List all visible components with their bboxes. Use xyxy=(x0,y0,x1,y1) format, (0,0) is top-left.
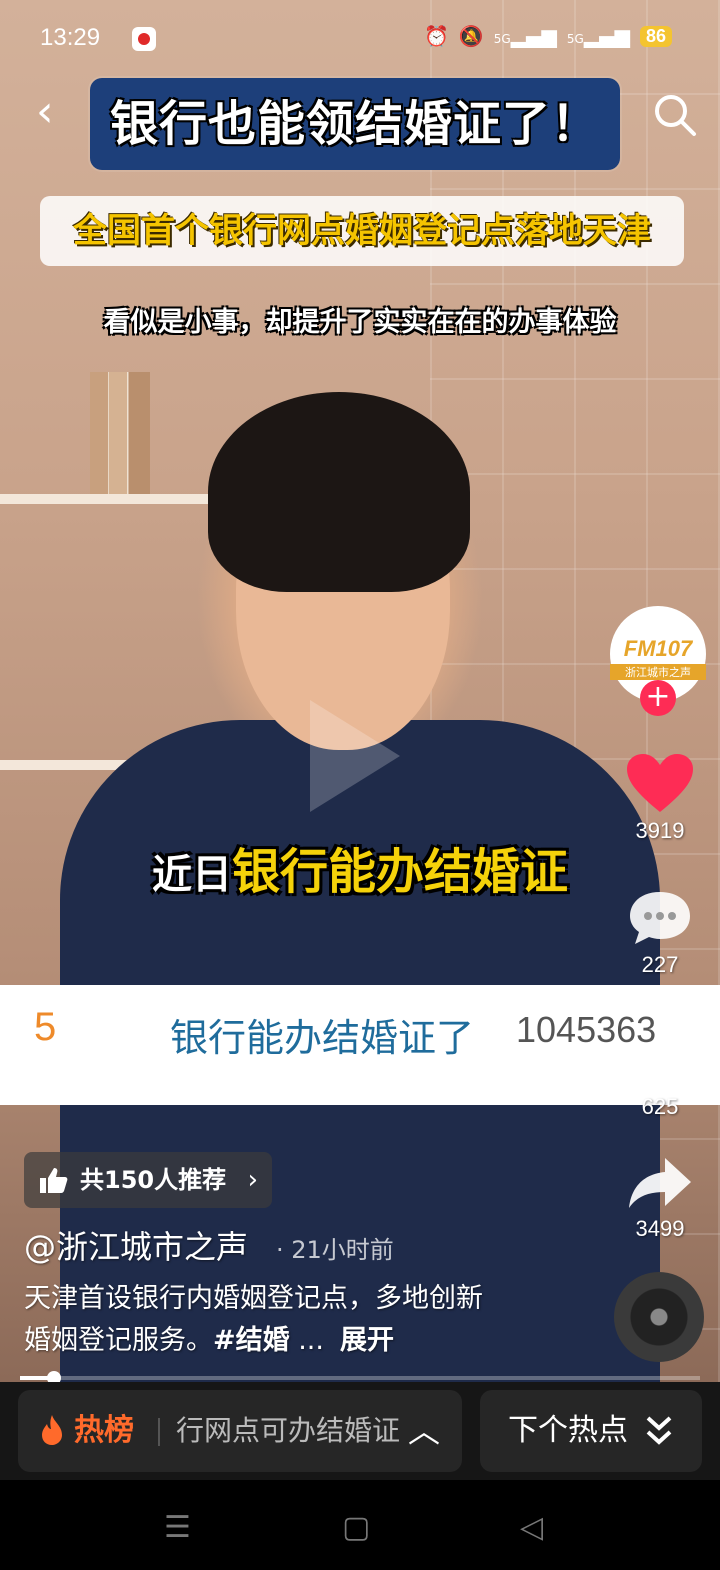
share-button[interactable]: 3499 xyxy=(620,1154,700,1242)
author-name[interactable]: @浙江城市之声 xyxy=(24,1222,248,1268)
desc-text: 婚姻登记服务。 xyxy=(24,1325,213,1356)
next-hot-button[interactable]: 下个热点 xyxy=(480,1390,702,1472)
flame-icon xyxy=(42,1415,62,1445)
status-bar: 13:29 ⏰ 🔕 5G▂▄▆ 5G▂▄▆ 86 xyxy=(0,24,720,60)
caption-mid: 近日银行能办结婚证 xyxy=(0,832,720,902)
favorite-count: 625 xyxy=(641,1094,679,1119)
video-subtitle-text: 全国首个银行网点婚姻登记点落地天津 xyxy=(73,211,651,251)
video-description[interactable]: 天津首设银行内婚姻登记点，多地创新 婚姻登记服务。#结婚 ... 展开 xyxy=(24,1278,584,1362)
back-arrow-icon[interactable]: ‹ xyxy=(36,90,76,134)
video-subtitle-overlay: 全国首个银行网点婚姻登记点落地天津 xyxy=(40,196,684,266)
recommend-chip[interactable]: 共150人推荐 › xyxy=(24,1152,272,1208)
signal-icon: 5G▂▄▆ xyxy=(493,24,557,48)
music-disc-icon[interactable] xyxy=(614,1272,704,1362)
screen-record-icon xyxy=(132,27,156,51)
play-icon xyxy=(310,700,400,812)
bottom-bar: 热榜 行网点可办结婚证 ︿ 下个热点 xyxy=(0,1382,720,1480)
menu-icon[interactable]: ☰ xyxy=(164,1510,191,1545)
chevron-up-icon[interactable]: ︿ xyxy=(408,1390,440,1472)
trend-rank: 5 xyxy=(34,1005,57,1049)
avatar-logo: FM107 xyxy=(623,636,693,661)
follow-button[interactable]: + xyxy=(640,680,676,716)
mute-icon: 🔕 xyxy=(458,24,484,48)
video-screen[interactable]: 13:29 ⏰ 🔕 5G▂▄▆ 5G▂▄▆ 86 ‹ 银行也能领结婚证了！ 全国… xyxy=(0,0,720,1570)
avatar-sub: 浙江城市之声 xyxy=(610,664,706,680)
desc-ellipsis: ... xyxy=(298,1325,324,1356)
hashtag[interactable]: #结婚 xyxy=(213,1325,290,1356)
comment-count: 227 xyxy=(641,952,679,977)
alarm-icon: ⏰ xyxy=(423,24,449,48)
video-title-text: 银行也能领结婚证了！ xyxy=(109,96,600,152)
hot-list-ticker: 行网点可办结婚证 xyxy=(176,1414,401,1447)
favorite-button[interactable]: 625 xyxy=(620,1030,700,1120)
video-title-overlay: 银行也能领结婚证了！ xyxy=(90,78,620,170)
status-time: 13:29 xyxy=(40,24,101,51)
system-nav-bar: ☰ ▢ ◁ xyxy=(0,1480,720,1570)
post-time: · 21小时前 xyxy=(276,1236,394,1264)
presenter-hair xyxy=(208,392,470,592)
like-button[interactable]: 3919 xyxy=(620,752,700,844)
trend-banner[interactable]: 5 银行能办结婚证了 1045363 xyxy=(0,985,720,1105)
battery-level: 86 xyxy=(639,25,672,47)
caption-mid-white: 近日 xyxy=(151,852,232,898)
back-triangle-icon[interactable]: ◁ xyxy=(520,1510,543,1545)
divider xyxy=(158,1418,160,1446)
caption-top: 看似是小事，却提升了实实在在的办事体验 xyxy=(103,307,617,338)
desc-line: 婚姻登记服务。#结婚 ... 展开 xyxy=(24,1320,584,1362)
double-chevron-down-icon xyxy=(646,1416,672,1445)
expand-button[interactable]: 展开 xyxy=(340,1325,394,1356)
next-hot-label: 下个热点 xyxy=(508,1413,628,1448)
search-icon[interactable] xyxy=(652,92,698,138)
heart-icon xyxy=(627,754,693,812)
desc-line: 天津首设银行内婚姻登记点，多地创新 xyxy=(24,1283,483,1314)
star-icon xyxy=(632,1033,688,1086)
comment-button[interactable]: 227 xyxy=(620,888,700,978)
thumbs-up-icon xyxy=(40,1168,68,1193)
signal-icon: 5G▂▄▆ xyxy=(566,24,630,48)
system-icons: ⏰ 🔕 5G▂▄▆ 5G▂▄▆ 86 xyxy=(424,24,672,48)
hot-list-pill[interactable]: 热榜 行网点可办结婚证 ︿ xyxy=(18,1390,462,1472)
share-count: 3499 xyxy=(635,1216,685,1241)
home-icon[interactable]: ▢ xyxy=(342,1510,370,1545)
recommend-label: 共150人推荐 xyxy=(80,1166,227,1194)
share-arrow-icon xyxy=(629,1158,691,1208)
books-decoration xyxy=(90,372,150,494)
chevron-right-icon: › xyxy=(247,1165,258,1195)
trend-text: 银行能办结婚证了 xyxy=(170,1016,475,1060)
hot-list-label: 热榜 xyxy=(74,1413,134,1448)
caption-mid-yellow: 银行能办结婚证 xyxy=(231,844,568,900)
video-progress-bar[interactable] xyxy=(20,1371,700,1385)
comment-icon xyxy=(630,892,690,944)
like-count: 3919 xyxy=(635,818,685,843)
